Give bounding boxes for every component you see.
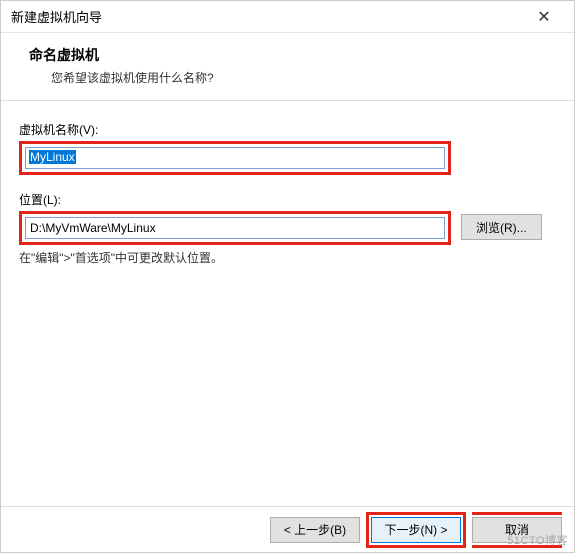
wizard-step-title: 命名虚拟机	[29, 45, 546, 65]
wizard-dialog: 新建虚拟机向导 ✕ 命名虚拟机 您希望该虚拟机使用什么名称? 虚拟机名称(V):…	[0, 0, 575, 553]
browse-button[interactable]: 浏览(R)...	[461, 214, 542, 240]
highlight-box: MyLinux	[19, 141, 451, 175]
cancel-button[interactable]: 取消	[472, 517, 562, 543]
highlight-box	[19, 211, 451, 245]
vm-location-label: 位置(L):	[19, 191, 556, 208]
back-button[interactable]: < 上一步(B)	[270, 517, 360, 543]
titlebar: 新建虚拟机向导 ✕	[1, 1, 574, 33]
vm-location-input[interactable]	[25, 217, 445, 239]
wizard-content: 虚拟机名称(V): MyLinux 位置(L): 浏览(R)... 在"编辑">…	[1, 101, 574, 292]
highlight-box: 取消	[472, 512, 562, 548]
wizard-footer: < 上一步(B) 下一步(N) > 取消	[1, 506, 574, 552]
vm-name-label: 虚拟机名称(V):	[19, 121, 556, 138]
dialog-title: 新建虚拟机向导	[11, 7, 102, 26]
next-button[interactable]: 下一步(N) >	[371, 517, 461, 543]
close-icon[interactable]: ✕	[524, 7, 564, 27]
location-hint: 在"编辑">"首选项"中可更改默认位置。	[19, 249, 556, 266]
wizard-header: 命名虚拟机 您希望该虚拟机使用什么名称?	[1, 33, 574, 101]
wizard-step-subtitle: 您希望该虚拟机使用什么名称?	[51, 69, 546, 86]
highlight-box: 下一步(N) >	[366, 512, 466, 548]
vm-location-field: 位置(L): 浏览(R)... 在"编辑">"首选项"中可更改默认位置。	[19, 191, 556, 266]
vm-name-field: 虚拟机名称(V): MyLinux	[19, 121, 556, 175]
vm-name-input[interactable]	[25, 147, 445, 169]
